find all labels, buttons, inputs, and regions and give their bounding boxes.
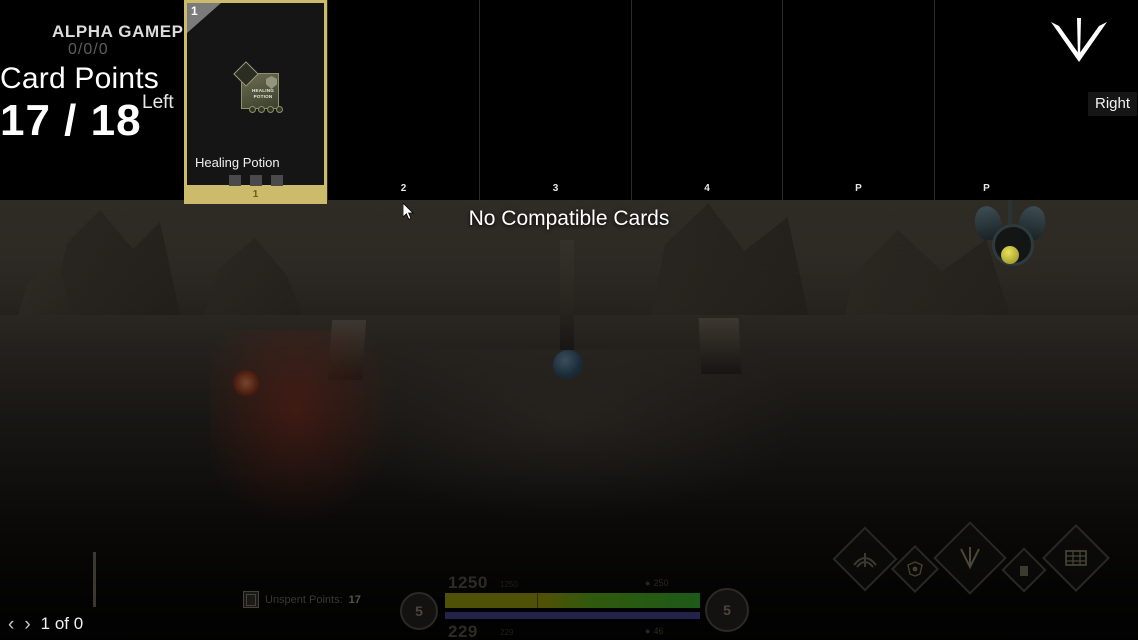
potion-art-pips [249,106,283,113]
card-stack-icon [243,591,259,608]
card-slot[interactable]: P [782,0,934,200]
ability-arrow-icon[interactable] [933,521,1007,595]
unspent-points-value: 17 [348,593,361,606]
hud-right-orb: 5 [705,588,749,632]
mana-shield-value: 46 [653,626,664,636]
health-sub: 1250 [500,580,518,589]
mana-sub: 229 [500,628,514,637]
chevron-down-arrow-logo-icon [1047,14,1111,78]
hud-left-orb: 5 [400,592,438,630]
card-slot-bar: 2 3 4 P P [327,0,1138,200]
ability-wave-glyph [844,538,886,580]
card-slot-label: 2 [400,183,407,194]
art-pip [276,106,283,113]
top-overlay-panel: ALPHA GAMEPLAY 0/0/0 Card Points 17 / 18… [0,0,1138,204]
card-slot-label: 3 [552,183,559,194]
card-slot[interactable]: 2 [327,0,479,200]
left-label: Left [142,92,174,113]
mana-shield: ● 46 [645,626,663,636]
card-footer-number: 1 [252,189,259,200]
card-slot-label: 4 [704,183,710,194]
card-slot[interactable]: 4 [631,0,782,200]
player-hud: 5 5 1250 1250 ● 250 229 229 ● 46 [400,570,749,640]
unspent-points: Unspent Points: 17 [243,591,361,608]
page-indicator: 1 of 0 [40,614,84,633]
shield-icon: ● [645,626,651,636]
ability-bar [832,521,1136,602]
game-screen: ALPHA GAMEPLAY 0/0/0 Card Points 17 / 18… [0,0,1138,640]
totem-gem [1001,246,1019,264]
mana-value: 229 [448,622,478,640]
card-cost-value: 1 [191,4,198,18]
ability-block-icon[interactable] [1001,547,1047,593]
health-shield: ● 250 [645,578,668,588]
ability-grid-icon[interactable] [1042,524,1110,592]
card-slot-label: P [983,183,990,194]
alpha-score: 0/0/0 [68,41,109,58]
card-points-label: Card Points [0,62,159,95]
potion-art-label-2: POTION [253,94,273,99]
card-artwork: HEALING POTION [233,61,283,113]
card-body: 1 HEALING POTION Healing Potion [187,3,324,186]
art-pip [249,106,256,113]
mouse-cursor-icon [402,202,415,221]
health-shield-value: 250 [653,578,669,588]
card-cost-badge: 1 [187,3,221,33]
art-pip [267,106,274,113]
selected-card[interactable]: 1 HEALING POTION Healing Potion 1 [184,0,327,204]
chevron-left-icon[interactable]: ‹ [8,615,14,634]
chevron-right-icon[interactable]: › [24,615,30,634]
art-pip [258,106,265,113]
health-value: 1250 [448,573,488,592]
card-points-value: 17 / 18 [0,96,142,145]
ability-arrow-glyph [946,534,994,582]
health-bar [445,593,700,608]
ability-crest-glyph [900,554,930,584]
mana-bar [445,612,700,619]
right-side-tag: Right [1088,92,1138,116]
unspent-points-label: Unspent Points: [265,593,343,606]
shield-icon: ● [645,578,651,588]
tray-divider [93,552,96,607]
tray-pagination: ‹ › 1 of 0 [8,614,83,634]
card-name: Healing Potion [195,155,280,170]
ability-grid-glyph [1054,536,1098,580]
ability-block-glyph [1010,556,1038,584]
ability-crest-icon[interactable] [890,544,940,594]
card-slot[interactable]: 3 [479,0,631,200]
ability-wave-icon[interactable] [832,526,898,592]
no-compatible-cards-banner: No Compatible Cards [468,207,670,230]
